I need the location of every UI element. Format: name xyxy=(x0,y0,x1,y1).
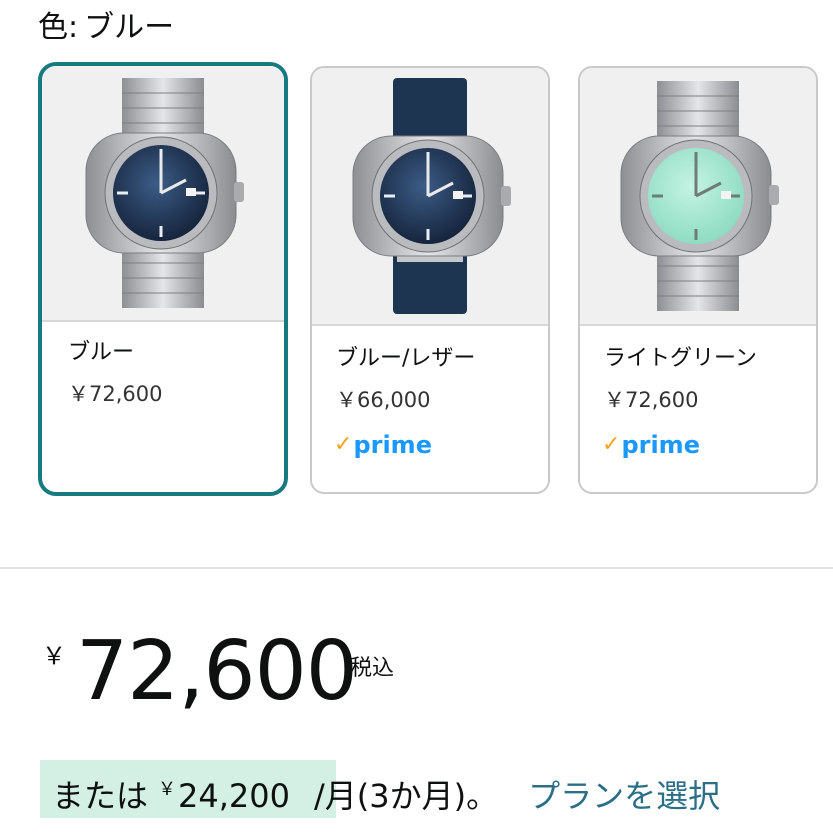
variation-price: ￥72,600 xyxy=(604,388,699,412)
prime-check-icon: ✓ xyxy=(334,432,353,457)
product-image xyxy=(312,68,548,326)
tax-included-label: 税込 xyxy=(350,656,395,681)
prime-badge: ✓ prime xyxy=(334,430,432,460)
installment-row: または ￥24,200/月(3か月)。 プランを選択 xyxy=(52,764,720,822)
watch-light-green-image xyxy=(620,81,779,311)
installment-currency-symbol: ￥ xyxy=(158,779,177,800)
variation-name: ブルー xyxy=(68,340,135,365)
variation-card-blue-leather[interactable]: ブルー/レザー ￥66,000 ✓ prime xyxy=(310,66,550,494)
variation-label: 色: xyxy=(38,10,79,45)
product-image xyxy=(580,68,816,326)
variation-selected-value: ブルー xyxy=(84,10,175,45)
installment-prefix: または xyxy=(52,777,149,815)
variation-name: ライトグリーン xyxy=(604,346,757,371)
product-variation-page: 色: ブルー ブルー ￥72,600 ブルー/レザー ￥66,000 ✓ pri… xyxy=(0,0,833,833)
section-divider xyxy=(0,567,833,569)
variation-price: ￥72,600 xyxy=(68,382,163,406)
prime-text: prime xyxy=(621,431,700,459)
variation-header: 色: ブルー xyxy=(38,6,174,50)
prime-badge: ✓ prime xyxy=(602,430,700,460)
watch-blue-bracelet-image xyxy=(85,78,244,308)
product-image xyxy=(42,66,284,322)
select-plan-link[interactable]: プランを選択 xyxy=(528,777,720,815)
variation-name: ブルー/レザー xyxy=(336,346,476,371)
variation-price: ￥66,000 xyxy=(336,388,431,412)
prime-check-icon: ✓ xyxy=(602,432,621,457)
price-currency-symbol: ￥ xyxy=(42,642,66,670)
installment-amount: 24,200 xyxy=(178,777,290,815)
variation-card-light-green[interactable]: ライトグリーン ￥72,600 ✓ prime xyxy=(578,66,818,494)
variation-card-blue[interactable]: ブルー ￥72,600 xyxy=(38,62,288,496)
installment-suffix: /月(3か月)。 xyxy=(313,777,499,815)
price-value: 72,600 xyxy=(76,624,358,719)
watch-blue-leather-image xyxy=(352,78,511,314)
prime-text: prime xyxy=(353,431,432,459)
